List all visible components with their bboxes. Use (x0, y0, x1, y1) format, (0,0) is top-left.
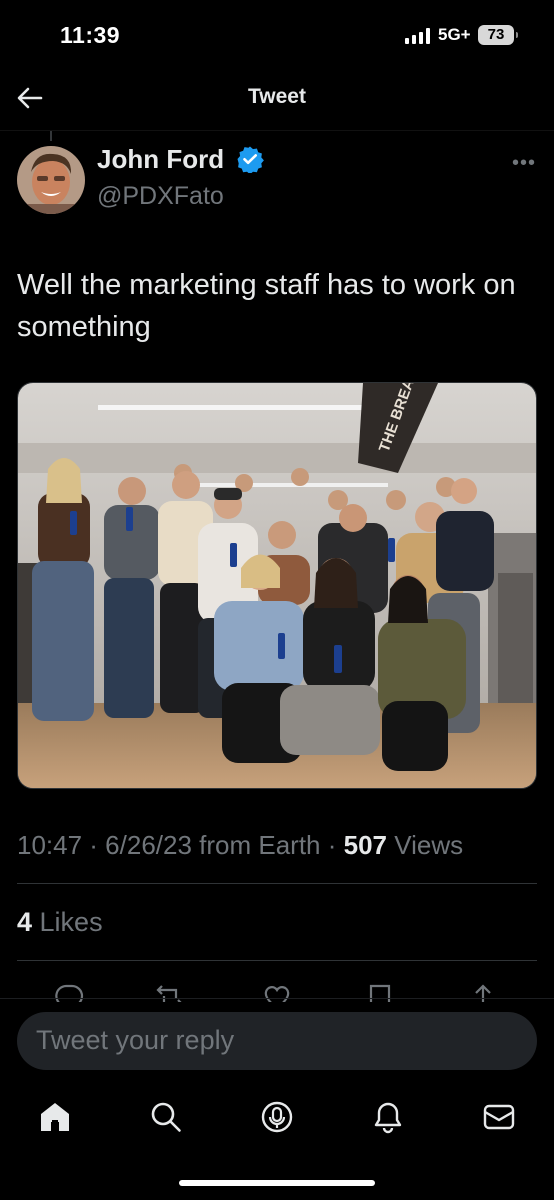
likes-link[interactable]: 4 Likes (17, 907, 103, 938)
avatar[interactable] (17, 146, 85, 214)
tweet-timestamp: 10:47 · 6/26/23 from Earth · (17, 830, 344, 860)
status-bar: 11:39 5G+ 73 (0, 0, 554, 70)
likes-label: Likes (32, 907, 103, 937)
reply-divider (0, 998, 554, 999)
share-icon[interactable] (468, 982, 498, 1002)
status-time: 11:39 (60, 22, 121, 48)
messages-icon[interactable] (482, 1100, 516, 1134)
like-icon[interactable] (262, 982, 292, 1002)
divider (17, 883, 537, 884)
more-icon[interactable]: ••• (512, 152, 536, 175)
author-name[interactable]: John Ford (97, 144, 224, 175)
tweet-photo[interactable]: THE BREAKR (17, 382, 537, 789)
bookmark-icon[interactable] (365, 982, 395, 1002)
header-divider (0, 130, 554, 131)
retweet-icon[interactable] (155, 982, 185, 1002)
spaces-icon[interactable] (260, 1100, 294, 1134)
verified-icon (237, 146, 264, 173)
home-indicator[interactable] (179, 1180, 375, 1186)
tweet-meta: 10:47 · 6/26/23 from Earth · 507 Views (17, 830, 463, 861)
signal-icon (405, 28, 431, 44)
views-label: Views (387, 830, 464, 860)
reply-input[interactable]: Tweet your reply (17, 1012, 537, 1070)
battery-icon: 73 (478, 25, 518, 45)
likes-count: 4 (17, 907, 33, 937)
divider (17, 960, 537, 961)
reply-icon[interactable] (54, 982, 84, 1002)
thread-line (50, 131, 52, 141)
search-icon[interactable] (149, 1100, 183, 1134)
tweet-text: Well the marketing staff has to work on … (17, 269, 516, 343)
home-icon[interactable] (38, 1100, 72, 1134)
network-label: 5G+ (438, 25, 471, 44)
author-handle[interactable]: @PDXFato (97, 182, 224, 211)
action-bar (0, 982, 554, 1002)
page-title: Tweet (248, 85, 306, 108)
reply-placeholder: Tweet your reply (36, 1025, 235, 1055)
views-count: 507 (343, 830, 388, 860)
notifications-icon[interactable] (371, 1100, 405, 1134)
top-bar: Tweet (0, 70, 554, 130)
